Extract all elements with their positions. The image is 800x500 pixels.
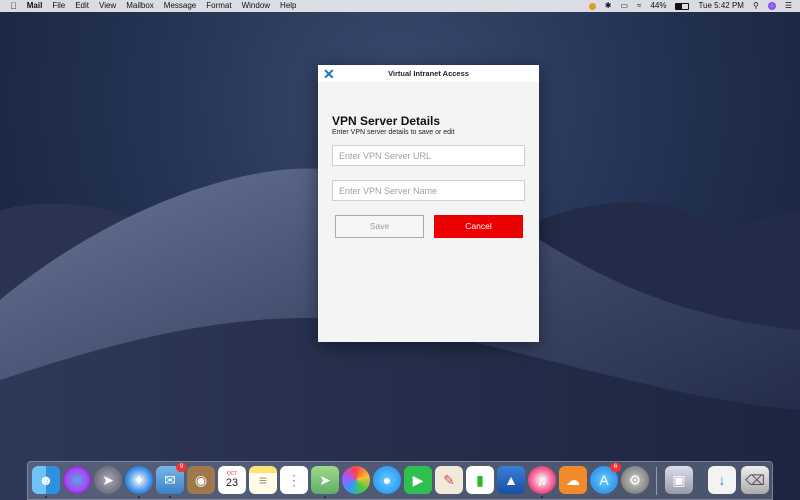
maps-icon[interactable]: ➤ [311,466,339,494]
siri-icon[interactable] [767,2,776,10]
menu-window[interactable]: Window [242,0,270,12]
vpn-heading: VPN Server Details [332,114,441,128]
menu-mailbox[interactable]: Mailbox [126,0,154,12]
menu-bar:  Mail File Edit View Mailbox Message Fo… [0,0,800,12]
keynote-pages-icon[interactable]: ✎ [435,466,463,494]
itunes-icon[interactable]: ♫ [528,466,556,494]
mail-badge: 9 [176,463,187,472]
menu-edit[interactable]: Edit [75,0,89,12]
spotlight-search-icon[interactable]: ⚲ [753,0,759,12]
downloads-folder-icon[interactable]: ↓ [708,466,736,494]
status-app-icon[interactable] [588,2,596,10]
books-icon[interactable]: ☁ [559,466,587,494]
preview-icon[interactable]: ▣ [665,466,693,494]
calendar-icon[interactable]: OCT 23 [218,466,246,494]
numbers-icon[interactable]: ▮ [466,466,494,494]
menu-view[interactable]: View [99,0,116,12]
facetime-icon[interactable]: ▶ [404,466,432,494]
cancel-button[interactable]: Cancel [434,215,523,238]
running-indicator [541,496,543,498]
dock-separator [656,467,657,495]
notes-icon[interactable]: ≡ [249,466,277,494]
system-preferences-icon[interactable]: ⚙ [621,466,649,494]
messages-icon[interactable]: ● [373,466,401,494]
vpn-dialog: ✕ Virtual Intranet Access VPN Server Det… [318,65,539,342]
running-indicator [169,496,171,498]
contacts-icon[interactable]: ◉ [187,466,215,494]
wifi-icon[interactable]: ≈ [637,0,641,12]
notification-center-icon[interactable]: ☰ [785,0,792,12]
siri-icon[interactable] [63,466,91,494]
vpn-server-name-input[interactable] [332,180,525,201]
apple-icon[interactable]:  [10,0,17,12]
close-icon[interactable]: ✕ [323,66,335,82]
bluetooth-icon[interactable]: ✱ [605,0,612,12]
app-store-badge: 6 [610,463,621,472]
dock: ☻ ➤ ✦ ✉ 9 ◉ OCT 23 ≡ ⋮ ➤ ● ▶ ✎ ▮ ▲ ♫ ☁ A… [27,461,773,500]
save-button[interactable]: Save [335,215,424,238]
vpn-subheading: Enter VPN server details to save or edit [332,129,455,136]
mail-icon[interactable]: ✉ 9 [156,463,187,494]
menu-help[interactable]: Help [280,0,296,12]
running-indicator [324,496,326,498]
trash-icon[interactable]: ⌫ [741,466,769,494]
airplay-icon[interactable]: ▭ [620,0,628,12]
battery-percent[interactable]: 44% [650,0,666,12]
menu-app-name[interactable]: Mail [27,0,43,12]
photos-icon[interactable] [342,466,370,494]
vpn-server-url-input[interactable] [332,145,525,166]
safari-icon[interactable]: ✦ [125,466,153,494]
running-indicator [45,496,47,498]
battery-icon[interactable] [675,2,690,10]
dialog-title: Virtual Intranet Access [388,69,469,78]
keynote-icon[interactable]: ▲ [497,466,525,494]
clock[interactable]: Tue 5:42 PM [698,0,744,12]
menu-file[interactable]: File [52,0,65,12]
app-store-icon[interactable]: A 6 [590,463,621,494]
finder-icon[interactable]: ☻ [32,466,60,494]
launchpad-icon[interactable]: ➤ [94,466,122,494]
running-indicator [138,496,140,498]
reminders-icon[interactable]: ⋮ [280,466,308,494]
calendar-day: 23 [225,477,239,489]
dialog-titlebar: ✕ Virtual Intranet Access [318,65,539,82]
menu-format[interactable]: Format [206,0,231,12]
menu-message[interactable]: Message [164,0,196,12]
